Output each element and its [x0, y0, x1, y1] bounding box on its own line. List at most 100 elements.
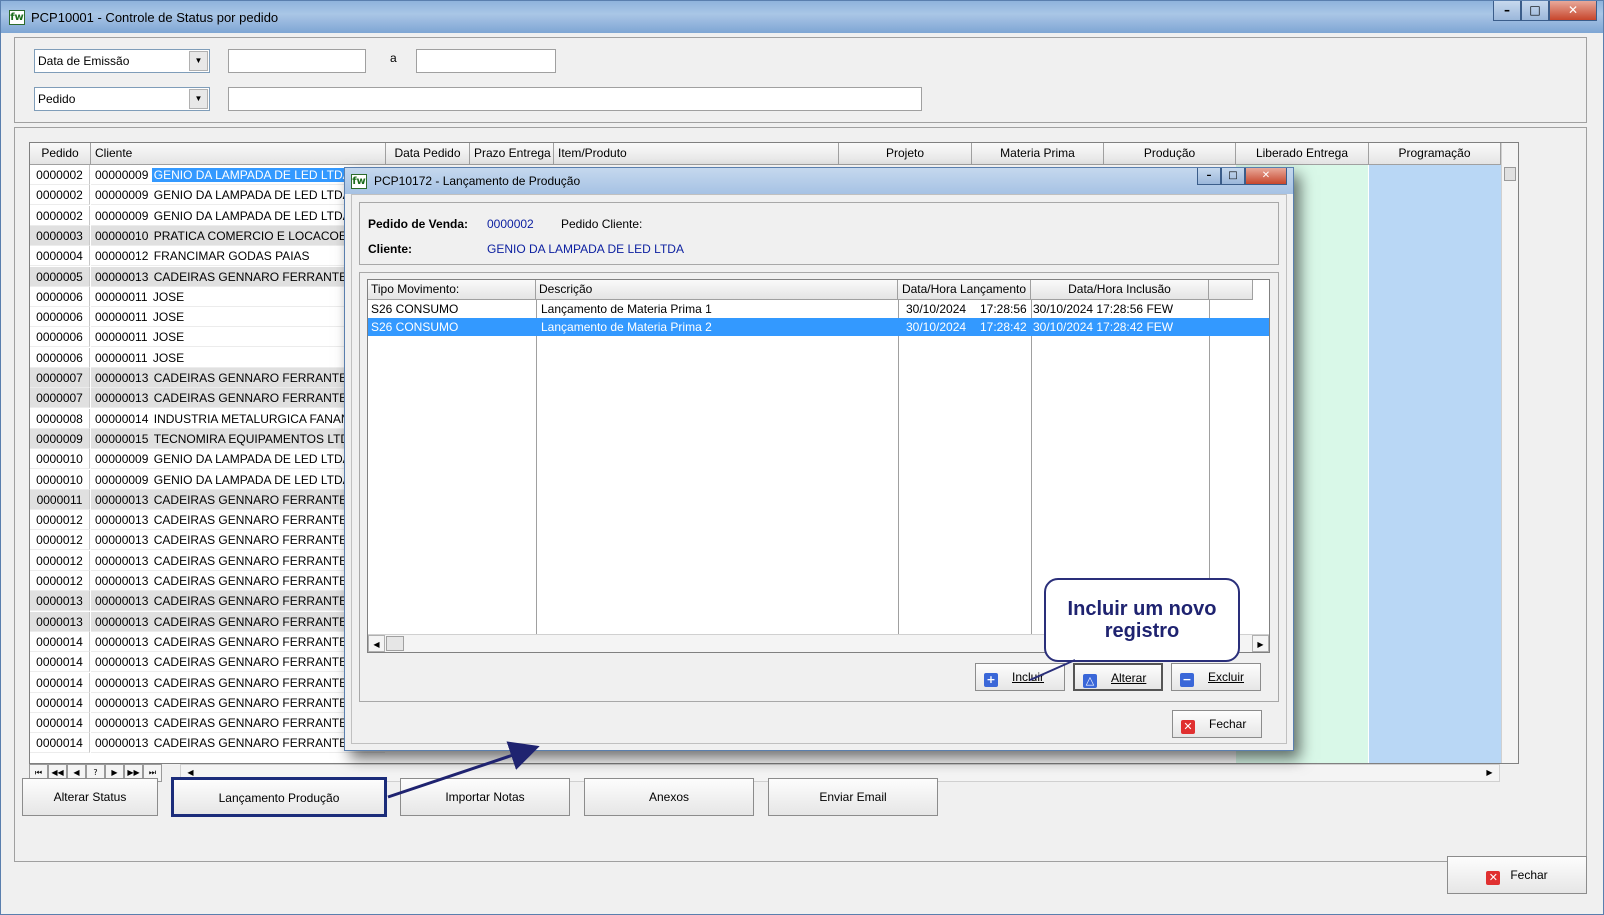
- minimize-button[interactable]: –: [1493, 1, 1521, 21]
- dialog-titlebar[interactable]: fw PCP10172 - Lançamento de Produção – □…: [345, 168, 1293, 194]
- col-header-blank: [1209, 280, 1253, 300]
- pedido-cell: 0000010: [30, 469, 90, 490]
- pedido-cell: 0000007: [30, 368, 90, 388]
- cliente-cell: 00000013 CADEIRAS GENNARO FERRANTE LT: [91, 591, 385, 612]
- dialog-minimize-button[interactable]: –: [1197, 168, 1221, 185]
- col-header-producao[interactable]: Produção: [1104, 143, 1236, 165]
- pedido-venda-label: Pedido de Venda:: [368, 217, 469, 231]
- cliente-code: 00000013: [95, 675, 149, 690]
- cliente-cell: 00000013 CADEIRAS GENNARO FERRANTE LT: [91, 733, 385, 754]
- dialog-close-button[interactable]: ✕: [1245, 168, 1287, 185]
- cliente-name: CADEIRAS GENNARO FERRANTE LT: [153, 533, 364, 548]
- cliente-name: CADEIRAS GENNARO FERRANTE LT: [153, 675, 364, 690]
- cliente-cell: 00000013 CADEIRAS GENNARO FERRANTE LT: [91, 632, 385, 652]
- key-value-input[interactable]: [228, 87, 922, 111]
- cliente-cell: 00000009 GENIO DA LAMPADA DE LED LTDA: [91, 449, 385, 470]
- cliente-cell: 00000013 CADEIRAS GENNARO FERRANTE LT: [91, 266, 385, 287]
- cliente-name: CADEIRAS GENNARO FERRANTE LT: [153, 371, 364, 385]
- date-range-label: a: [390, 51, 397, 65]
- alterar-button[interactable]: △ Alterar: [1073, 663, 1163, 691]
- filter-panel: Data de Emissão ▼ a Pedido ▼: [14, 37, 1587, 123]
- plus-icon: +: [984, 673, 998, 687]
- dialog-scroll-thumb[interactable]: [386, 636, 404, 651]
- cliente-name: GENIO DA LAMPADA DE LED LTDA: [153, 188, 351, 203]
- cliente-name: JOSE: [152, 350, 185, 365]
- pedido-cell: 0000002: [30, 185, 90, 206]
- lancamento-producao-button[interactable]: Lançamento Produção: [171, 777, 387, 817]
- col-header-liberado-entrega[interactable]: Liberado Entrega: [1236, 143, 1369, 165]
- cliente-cell: 00000014 INDUSTRIA METALURGICA FANANDI: [91, 409, 385, 429]
- cliente-cell: 00000013 CADEIRAS GENNARO FERRANTE LT: [91, 611, 385, 632]
- importar-notas-button[interactable]: Importar Notas: [400, 778, 570, 816]
- cliente-name: GENIO DA LAMPADA DE LED LTDA: [153, 472, 351, 487]
- pedido-cell: 0000002: [30, 165, 90, 185]
- help-callout: Incluir um novo registro: [1044, 578, 1240, 662]
- date-field-select[interactable]: Data de Emissão ▼: [34, 49, 210, 73]
- minus-icon: −: [1180, 673, 1194, 687]
- col-header-item-produto[interactable]: Item/Produto: [554, 143, 839, 165]
- key-field-select[interactable]: Pedido ▼: [34, 87, 210, 111]
- movement-row-selected[interactable]: S26 CONSUMO Lançamento de Materia Prima …: [368, 318, 1269, 336]
- close-window-button[interactable]: ✕: [1549, 1, 1597, 21]
- cliente-code: 00000013: [95, 492, 149, 507]
- scroll-right-icon[interactable]: ▶: [1252, 635, 1269, 652]
- enviar-email-button[interactable]: Enviar Email: [768, 778, 938, 816]
- cliente-code: 00000013: [95, 655, 149, 670]
- cliente-cell: 00000013 CADEIRAS GENNARO FERRANTE LT: [91, 693, 385, 713]
- cliente-name: GENIO DA LAMPADA DE LED LTDA: [151, 168, 353, 182]
- pedido-cell: 0000002: [30, 205, 90, 226]
- column-divider: [536, 300, 537, 634]
- cliente-name: CADEIRAS GENNARO FERRANTE LT: [153, 391, 364, 406]
- pedido-cell: 0000005: [30, 266, 90, 287]
- grid-vertical-scroll-thumb[interactable]: [1504, 167, 1516, 181]
- chevron-down-icon[interactable]: ▼: [189, 51, 208, 71]
- cliente-cell: 00000013 CADEIRAS GENNARO FERRANTE LT: [91, 368, 385, 388]
- cliente-name: CADEIRAS GENNARO FERRANTE LT: [153, 634, 364, 649]
- grid-vertical-scrollbar[interactable]: [1501, 143, 1518, 763]
- pedido-venda-value: 0000002: [487, 217, 534, 231]
- main-fechar-button[interactable]: ✕ Fechar: [1447, 856, 1587, 894]
- col-header-cliente[interactable]: Cliente: [91, 143, 386, 165]
- cliente-code: 00000011: [95, 289, 148, 304]
- cliente-name: JOSE: [152, 289, 185, 304]
- cliente-cell: 00000009 GENIO DA LAMPADA DE LED LTDA: [91, 206, 385, 226]
- movement-row[interactable]: S26 CONSUMO Lançamento de Materia Prima …: [368, 300, 1269, 318]
- main-titlebar[interactable]: fw PCP10001 - Controle de Status por ped…: [1, 1, 1603, 33]
- col-header-data-pedido[interactable]: Data Pedido: [386, 143, 470, 165]
- col-header-programacao[interactable]: Programação: [1369, 143, 1501, 165]
- key-field-select-value: Pedido: [38, 92, 76, 106]
- col-header-descricao[interactable]: Descrição: [536, 280, 898, 300]
- incluir-button[interactable]: + Incluir: [975, 663, 1065, 691]
- col-header-data-hora-lancamento[interactable]: Data/Hora Lançamento: [898, 280, 1031, 300]
- dialog-fechar-label: Fechar: [1209, 717, 1247, 731]
- col-header-data-hora-inclusao[interactable]: Data/Hora Inclusão: [1031, 280, 1209, 300]
- col-header-prazo-entrega[interactable]: Prazo Entrega: [470, 143, 554, 165]
- movement-tipo: S26 CONSUMO: [371, 320, 459, 334]
- col-header-pedido[interactable]: Pedido: [30, 143, 91, 165]
- pedido-cell: 0000006: [30, 327, 90, 348]
- anexos-button[interactable]: Anexos: [584, 778, 754, 816]
- pedido-cell: 0000014: [30, 631, 90, 652]
- date-to-input[interactable]: [416, 49, 556, 73]
- pedido-cell: 0000014: [30, 713, 90, 734]
- date-from-input[interactable]: [228, 49, 366, 73]
- cliente-cell: 00000011 JOSE: [91, 307, 385, 328]
- col-header-materia-prima[interactable]: Materia Prima: [972, 143, 1104, 165]
- scroll-left-icon[interactable]: ◀: [368, 635, 385, 652]
- alterar-status-button[interactable]: Alterar Status: [22, 778, 158, 816]
- pedido-cell: 0000007: [30, 388, 90, 409]
- cliente-code: 00000013: [95, 736, 149, 751]
- dialog-maximize-button[interactable]: □: [1221, 168, 1245, 185]
- col-header-tipo-movimento[interactable]: Tipo Movimento:: [368, 280, 536, 300]
- chevron-down-icon[interactable]: ▼: [189, 89, 208, 109]
- excluir-button[interactable]: − Excluir: [1171, 663, 1261, 691]
- help-callout-text: Incluir um novo registro: [1067, 598, 1217, 642]
- maximize-button[interactable]: □: [1521, 1, 1549, 21]
- scroll-right-icon[interactable]: ▶: [1481, 765, 1498, 781]
- dialog-fechar-button[interactable]: ✕ Fechar: [1172, 710, 1262, 738]
- cliente-name: FRANCIMAR GODAS PAIAS: [153, 249, 310, 264]
- app-logo-icon: fw: [351, 174, 367, 189]
- edit-triangle-icon: △: [1083, 674, 1097, 688]
- movement-lanc-data: 30/10/2024: [906, 320, 967, 334]
- col-header-projeto[interactable]: Projeto: [839, 143, 972, 165]
